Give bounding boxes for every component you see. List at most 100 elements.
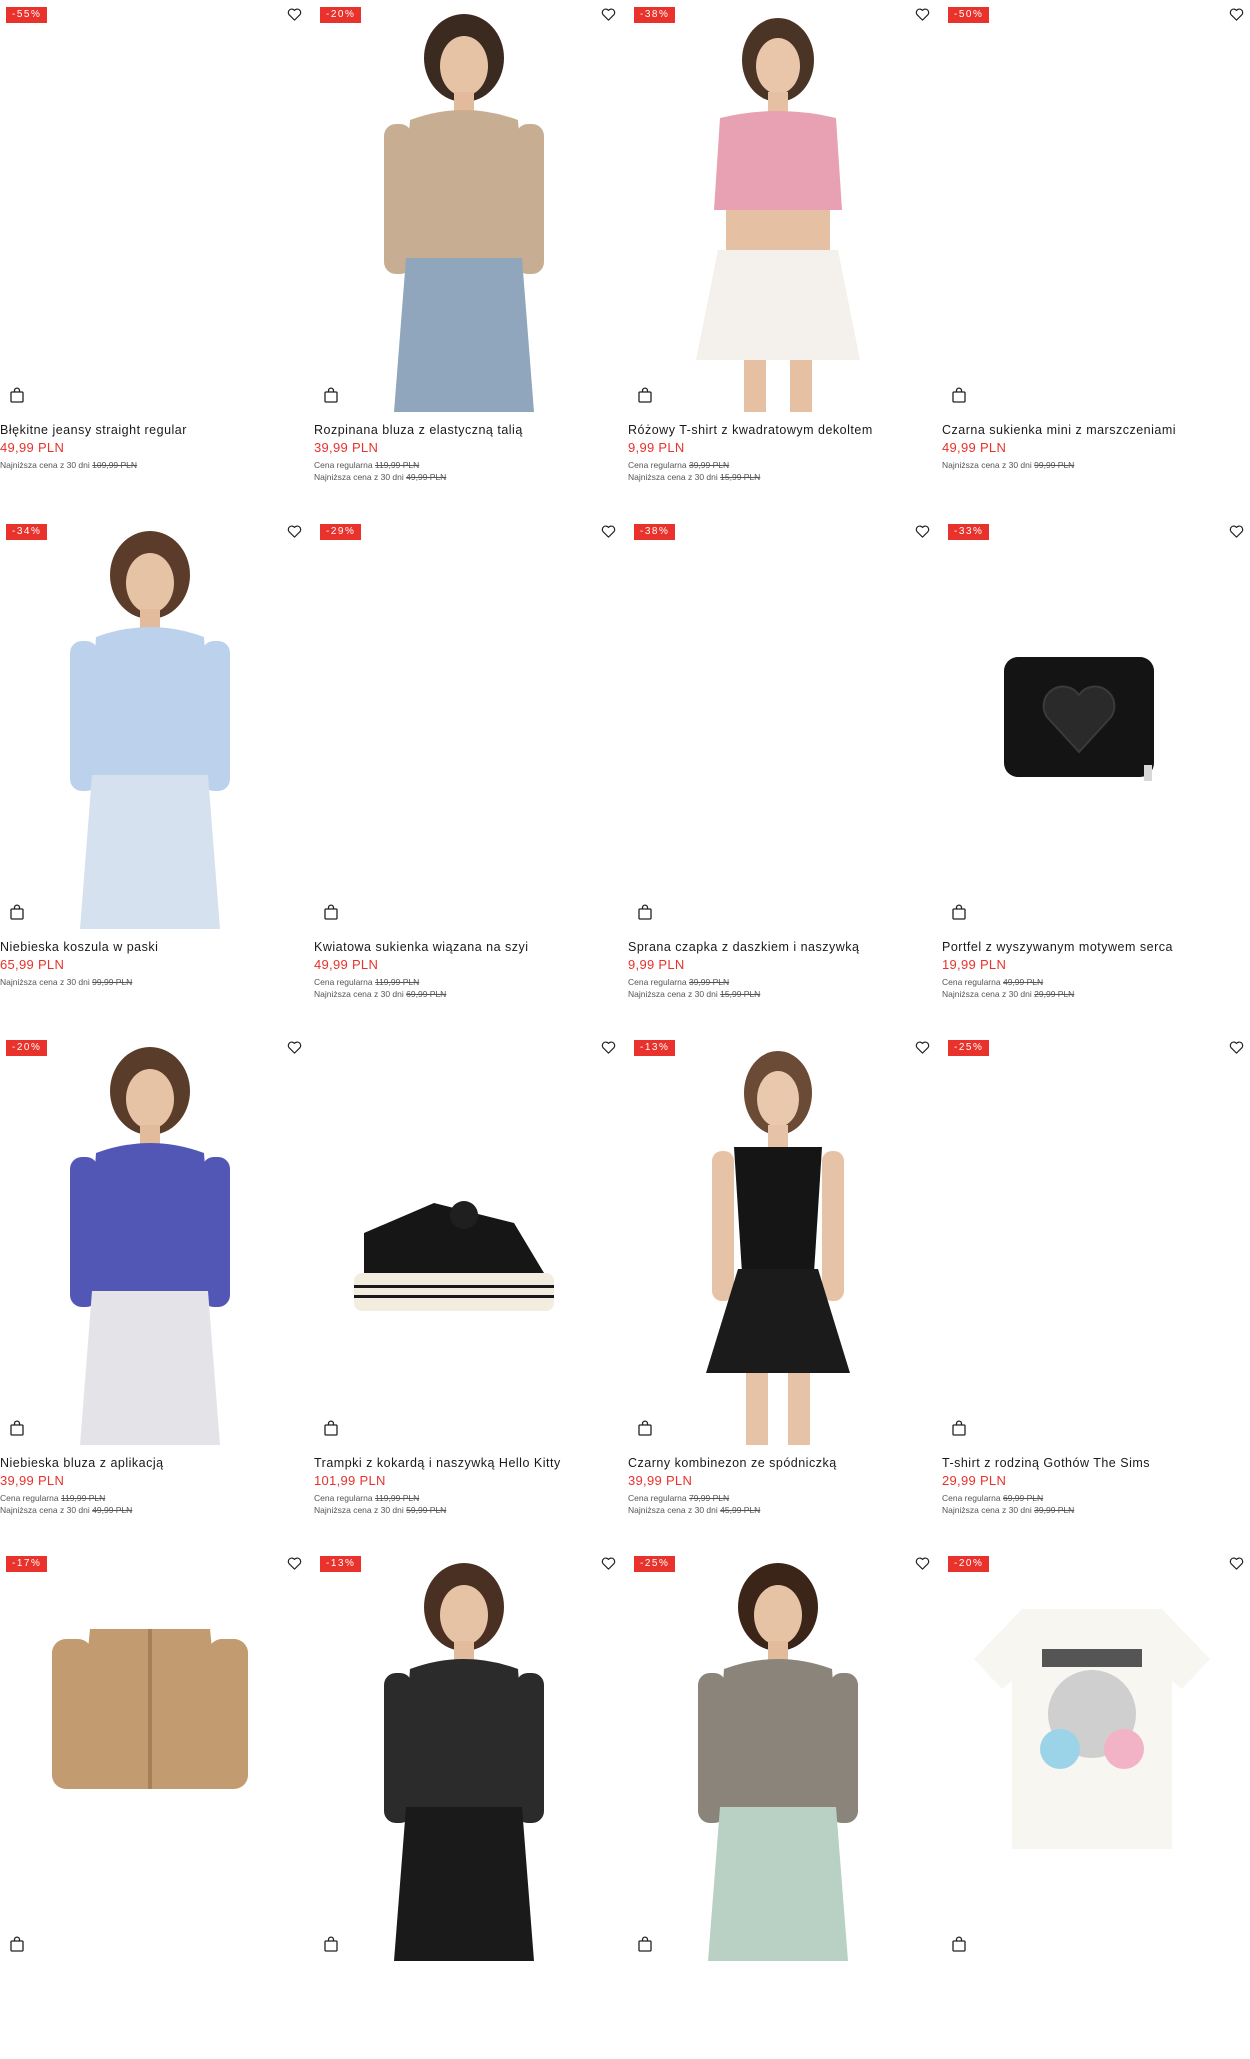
lowest-price-line: Najniższa cena z 30 dni 59,99 PLN <box>314 1504 446 1516</box>
regular-price-line: Cena regularna 49,99 PLN <box>942 976 1074 988</box>
product-title[interactable]: Kwiatowa sukienka wiązana na szyi <box>314 940 614 954</box>
shopping-bag-icon[interactable] <box>324 1420 338 1436</box>
product-title[interactable]: Czarny kombinezon ze spódniczką <box>628 1456 928 1470</box>
heart-outline-icon[interactable] <box>601 524 616 539</box>
product-card[interactable]: -38% Sprana czapka z daszkiem i naszywką… <box>628 517 930 1027</box>
shopping-bag-icon[interactable] <box>10 904 24 920</box>
shopping-bag-icon[interactable] <box>638 1936 652 1952</box>
product-card[interactable]: -13% <box>314 1549 616 2059</box>
shopping-bag-icon[interactable] <box>952 904 966 920</box>
product-card[interactable]: -25% <box>628 1549 930 2059</box>
product-card[interactable]: -34% Niebieska koszula w paski 65,99 PLN… <box>0 517 302 1027</box>
product-title[interactable]: Różowy T-shirt z kwadratowym dekoltem <box>628 423 928 437</box>
product-card[interactable]: -20% Niebieska bluza z aplikacją 39,99 P… <box>0 1033 302 1543</box>
product-title[interactable]: Błękitne jeansy straight regular <box>0 423 300 437</box>
shopping-bag-icon[interactable] <box>638 904 652 920</box>
product-image[interactable] <box>0 517 300 929</box>
lowest-price-label: Najniższa cena z 30 dni <box>314 989 404 999</box>
product-image[interactable] <box>942 0 1242 412</box>
heart-outline-icon[interactable] <box>915 7 930 22</box>
heart-outline-icon[interactable] <box>1229 1556 1244 1571</box>
product-image[interactable] <box>314 0 614 412</box>
lowest-price-value: 59,99 PLN <box>406 1505 447 1515</box>
product-title[interactable]: T-shirt z rodziną Gothów The Sims <box>942 1456 1242 1470</box>
lowest-price-label: Najniższa cena z 30 dni <box>314 472 404 482</box>
price-info: Cena regularna 39,99 PLN Najniższa cena … <box>628 976 760 1000</box>
product-image[interactable] <box>628 1033 928 1445</box>
heart-outline-icon[interactable] <box>601 1556 616 1571</box>
product-card[interactable]: -13% Czarny kombinezon ze spódniczką 39,… <box>628 1033 930 1543</box>
shopping-bag-icon[interactable] <box>952 387 966 403</box>
heart-outline-icon[interactable] <box>915 1556 930 1571</box>
lowest-price-value: 15,99 PLN <box>720 472 761 482</box>
lowest-price-label: Najniższa cena z 30 dni <box>628 989 718 999</box>
product-image[interactable] <box>942 517 1242 929</box>
product-image[interactable] <box>314 1033 614 1445</box>
heart-outline-icon[interactable] <box>1229 7 1244 22</box>
product-image[interactable] <box>314 1549 614 1961</box>
shopping-bag-icon[interactable] <box>324 904 338 920</box>
product-price: 9,99 PLN <box>628 440 685 455</box>
heart-outline-icon[interactable] <box>1229 524 1244 539</box>
shopping-bag-icon[interactable] <box>10 387 24 403</box>
heart-outline-icon[interactable] <box>915 1040 930 1055</box>
heart-outline-icon[interactable] <box>601 1040 616 1055</box>
shopping-bag-icon[interactable] <box>952 1420 966 1436</box>
product-title[interactable]: Niebieska bluza z aplikacją <box>0 1456 300 1470</box>
regular-price-line: Cena regularna 119,99 PLN <box>314 976 446 988</box>
shopping-bag-icon[interactable] <box>638 1420 652 1436</box>
heart-outline-icon[interactable] <box>287 1040 302 1055</box>
shopping-bag-icon[interactable] <box>952 1936 966 1952</box>
shopping-bag-icon[interactable] <box>324 1936 338 1952</box>
product-image[interactable] <box>314 517 614 929</box>
product-card[interactable]: -55% Błękitne jeansy straight regular 49… <box>0 0 302 510</box>
shopping-bag-icon[interactable] <box>638 387 652 403</box>
regular-price-label: Cena regularna <box>314 1493 373 1503</box>
product-card[interactable]: -50% Czarna sukienka mini z marszczeniam… <box>942 0 1244 510</box>
product-title[interactable]: Czarna sukienka mini z marszczeniami <box>942 423 1242 437</box>
regular-price-label: Cena regularna <box>628 1493 687 1503</box>
heart-outline-icon[interactable] <box>915 524 930 539</box>
product-title[interactable]: Portfel z wyszywanym motywem serca <box>942 940 1242 954</box>
regular-price-value: 39,99 PLN <box>688 460 730 470</box>
lowest-price-label: Najniższa cena z 30 dni <box>0 1505 90 1515</box>
product-title[interactable]: Sprana czapka z daszkiem i naszywką <box>628 940 928 954</box>
product-card[interactable]: -33% Portfel z wyszywanym motywem serca … <box>942 517 1244 1027</box>
product-card[interactable]: -25% T-shirt z rodziną Gothów The Sims 2… <box>942 1033 1244 1543</box>
product-image[interactable] <box>628 517 928 929</box>
shopping-bag-icon[interactable] <box>324 387 338 403</box>
lowest-price-value: 109,99 PLN <box>92 460 138 470</box>
lowest-price-line: Najniższa cena z 30 dni 99,99 PLN <box>942 459 1074 471</box>
heart-outline-icon[interactable] <box>1229 1040 1244 1055</box>
product-image[interactable] <box>0 1033 300 1445</box>
product-card[interactable]: Trampki z kokardą i naszywką Hello Kitty… <box>314 1033 616 1543</box>
product-card[interactable]: -29% Kwiatowa sukienka wiązana na szyi 4… <box>314 517 616 1027</box>
product-image[interactable] <box>628 1549 928 1961</box>
lowest-price-line: Najniższa cena z 30 dni 99,99 PLN <box>0 976 132 988</box>
heart-outline-icon[interactable] <box>287 1556 302 1571</box>
regular-price-label: Cena regularna <box>628 460 687 470</box>
product-image[interactable] <box>628 0 928 412</box>
product-title[interactable]: Niebieska koszula w paski <box>0 940 300 954</box>
discount-badge: -13% <box>320 1556 362 1572</box>
product-image[interactable] <box>0 1549 300 1961</box>
lowest-price-value: 49,99 PLN <box>406 472 447 482</box>
heart-outline-icon[interactable] <box>601 7 616 22</box>
regular-price-value: 79,99 PLN <box>688 1493 730 1503</box>
product-title[interactable]: Rozpinana bluza z elastyczną talią <box>314 423 614 437</box>
shopping-bag-icon[interactable] <box>10 1936 24 1952</box>
product-card[interactable]: -17% <box>0 1549 302 2059</box>
lowest-price-label: Najniższa cena z 30 dni <box>942 1505 1032 1515</box>
product-card[interactable]: -20% Rozpinana bluza z elastyczną talią … <box>314 0 616 510</box>
heart-outline-icon[interactable] <box>287 524 302 539</box>
product-image[interactable] <box>942 1549 1242 1961</box>
product-card[interactable]: -38% Różowy T-shirt z kwadratowym dekolt… <box>628 0 930 510</box>
product-image[interactable] <box>942 1033 1242 1445</box>
heart-outline-icon[interactable] <box>287 7 302 22</box>
shopping-bag-icon[interactable] <box>10 1420 24 1436</box>
product-image[interactable] <box>0 0 300 412</box>
product-card[interactable]: -20% <box>942 1549 1244 2059</box>
discount-badge: -25% <box>634 1556 676 1572</box>
product-title[interactable]: Trampki z kokardą i naszywką Hello Kitty <box>314 1456 614 1470</box>
lowest-price-label: Najniższa cena z 30 dni <box>628 472 718 482</box>
